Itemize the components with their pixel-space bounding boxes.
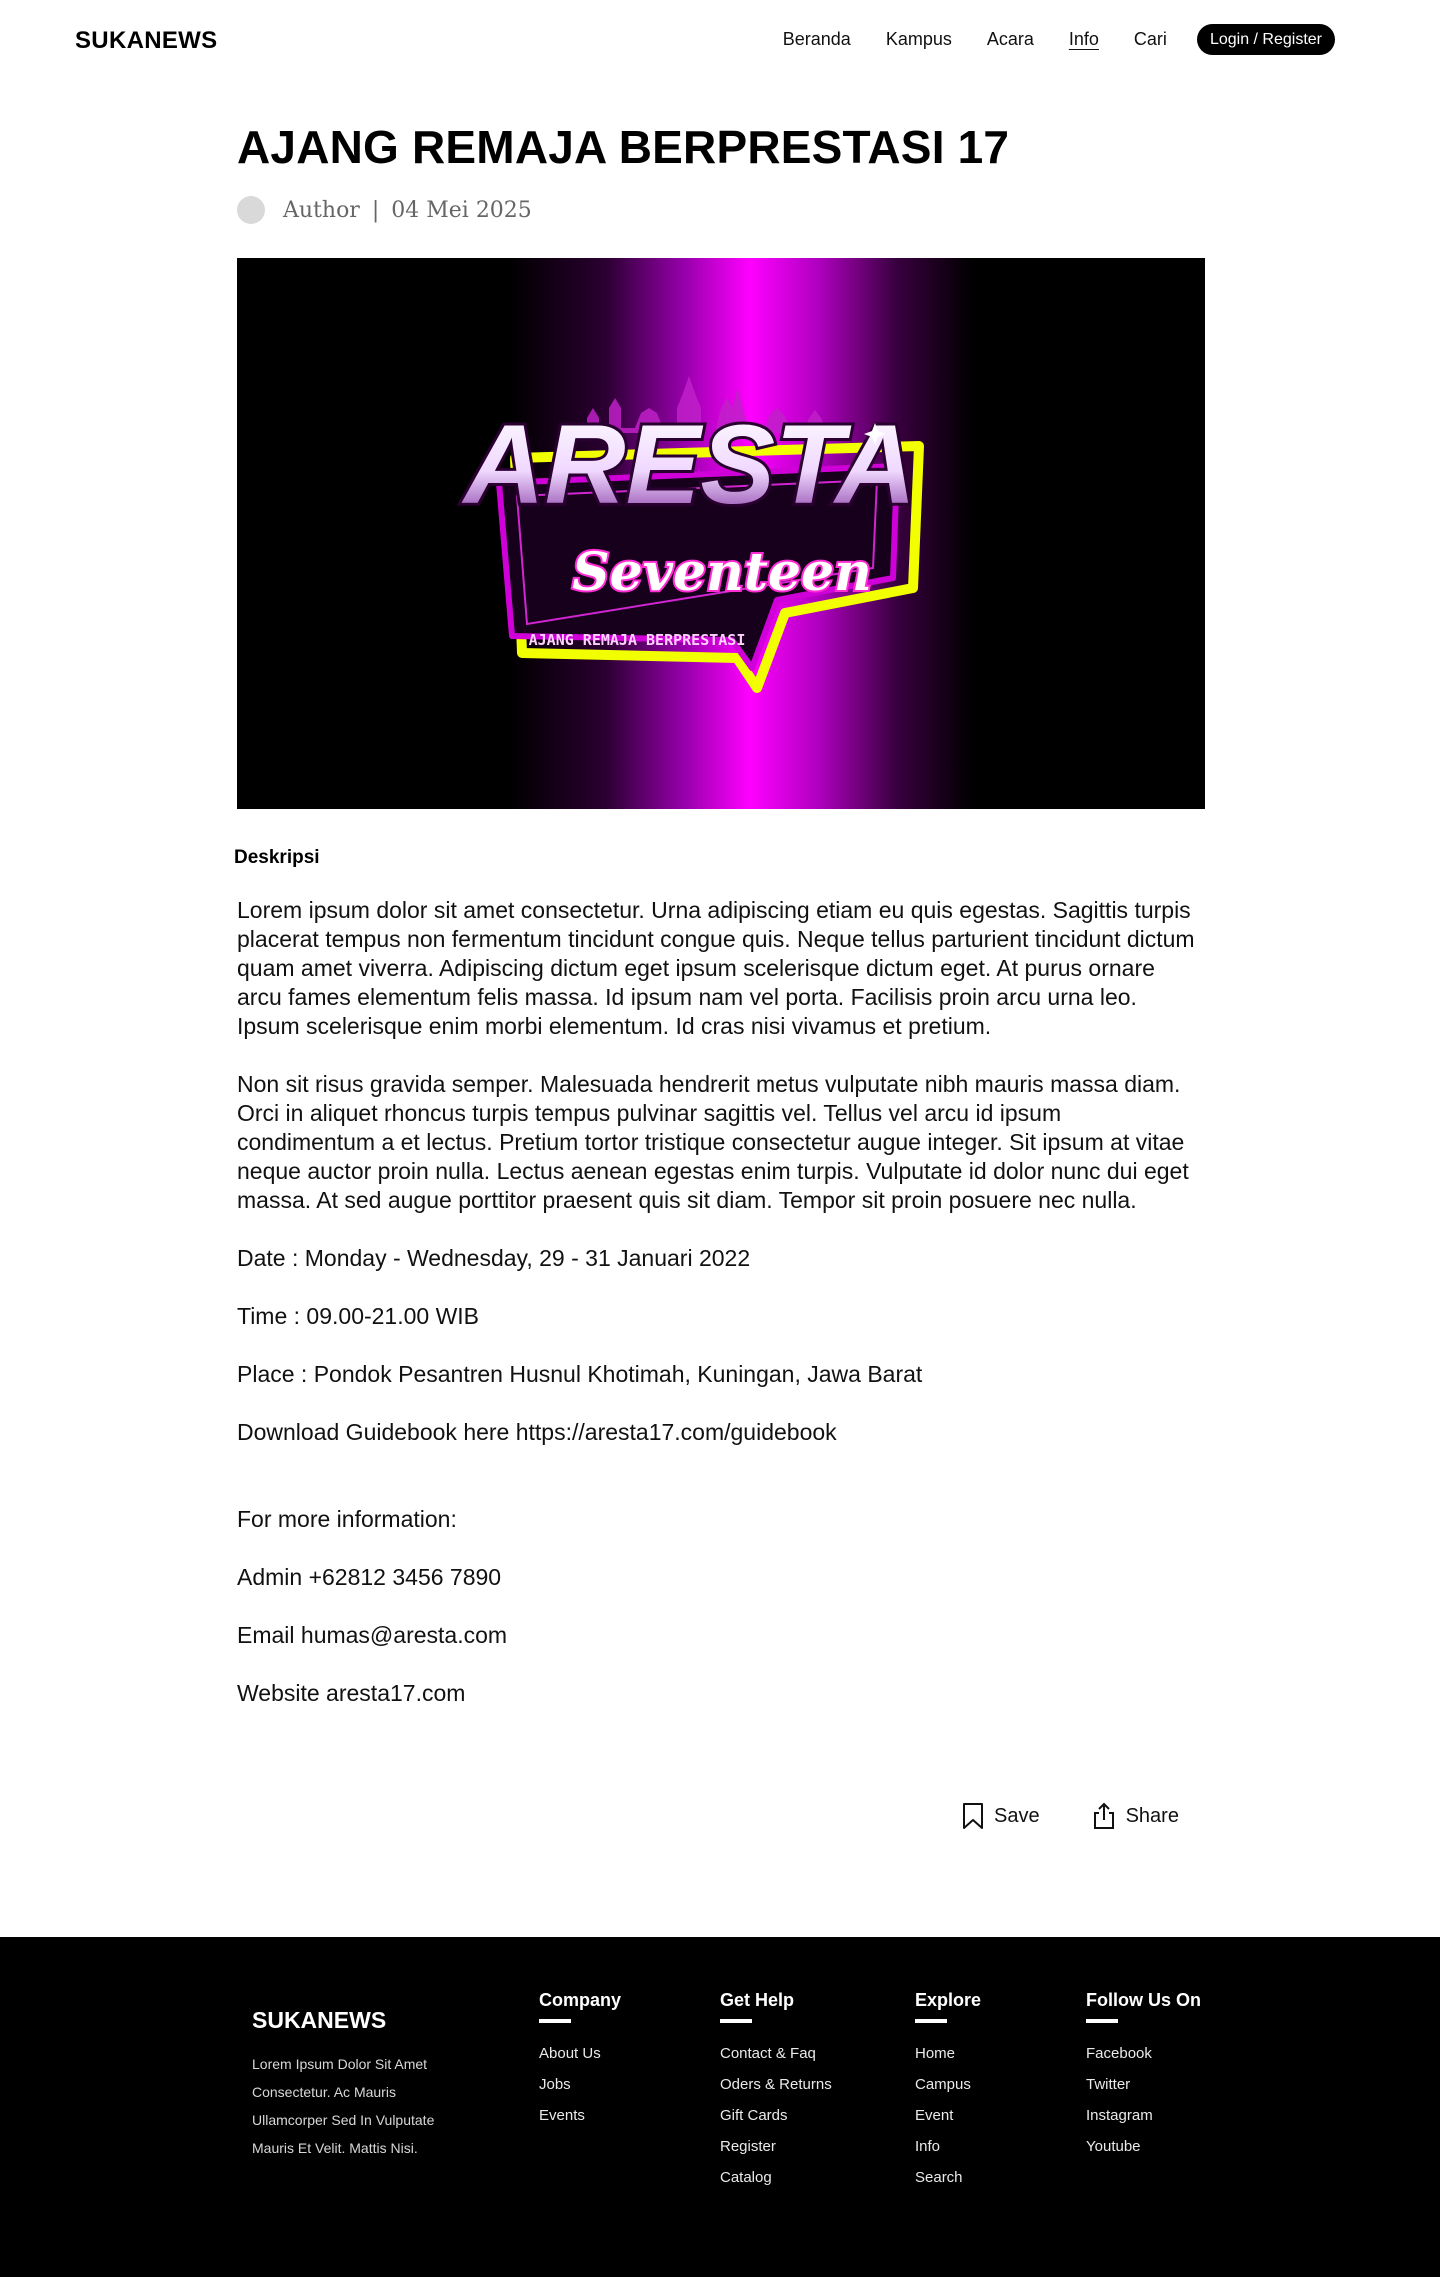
footer-link-register[interactable]: Register — [720, 2131, 832, 2162]
footer-heading: Company — [539, 1990, 622, 2010]
aresta-seventeen-logo: ARESTA Seventeen AJANG REMAJA BERPRESTAS… — [458, 376, 924, 693]
footer-link-campus[interactable]: Campus — [915, 2069, 981, 2100]
footer-about: Lorem Ipsum Dolor Sit Amet Consectetur. … — [252, 2056, 435, 2156]
footer-link-about-us[interactable]: About Us — [539, 2038, 621, 2069]
footer-heading: Follow Us On — [1086, 1990, 1201, 2010]
footer-link-gift-cards[interactable]: Gift Cards — [720, 2100, 832, 2131]
footer-link-instagram[interactable]: Instagram — [1086, 2100, 1201, 2131]
publish-date: 04 Mei 2025 — [391, 197, 532, 223]
footer-col-follow: Follow Us On Facebook Twitter Instagram … — [1086, 1990, 1201, 2162]
main-nav: Beranda Kampus Acara Info Cari Login / R… — [783, 24, 1335, 55]
email-contact[interactable]: Email humas@aresta.com — [237, 1621, 1205, 1650]
more-info-heading: For more information: — [237, 1506, 457, 1532]
event-date: Date : Monday - Wednesday, 29 - 31 Janua… — [237, 1245, 751, 1271]
share-icon — [1093, 1802, 1114, 1829]
article-actions: Save Share — [962, 1802, 1179, 1830]
share-label: Share — [1125, 1804, 1179, 1827]
event-place: Place : Pondok Pesantren Husnul Khotimah… — [237, 1361, 923, 1387]
footer-heading-underline — [720, 2019, 752, 2023]
article-body: Lorem ipsum dolor sit amet consectetur. … — [237, 896, 1205, 1708]
footer-heading-underline — [1086, 2019, 1118, 2023]
footer-heading: Explore — [915, 1990, 982, 2010]
footer-heading: Get Help — [720, 1990, 795, 2010]
logo-tagline-text: AJANG REMAJA BERPRESTASI — [529, 631, 746, 649]
nav-beranda[interactable]: Beranda — [783, 29, 851, 50]
nav-info[interactable]: Info — [1069, 29, 1099, 50]
footer-link-info[interactable]: Info — [915, 2131, 981, 2162]
site-footer: SUKANEWS Lorem Ipsum Dolor Sit Amet Cons… — [0, 1937, 1440, 2277]
footer-col-company: Company About Us Jobs Events — [539, 1990, 621, 2131]
footer-col-explore: Explore Home Campus Event Info Search — [915, 1990, 981, 2193]
share-button[interactable]: Share — [1092, 1802, 1179, 1830]
logo-script-text: Seventeen — [572, 542, 872, 603]
author-avatar — [237, 196, 265, 224]
event-time: Time : 09.00-21.00 WIB — [237, 1303, 480, 1329]
website-link[interactable]: Website aresta17.com — [237, 1679, 1205, 1708]
footer-link-jobs[interactable]: Jobs — [539, 2069, 621, 2100]
footer-link-home[interactable]: Home — [915, 2038, 981, 2069]
author-name[interactable]: Author — [283, 198, 360, 223]
footer-logo[interactable]: SUKANEWS — [252, 2007, 386, 2034]
hero-image: ARESTA Seventeen AJANG REMAJA BERPRESTAS… — [237, 258, 1205, 809]
footer-link-contact-faq[interactable]: Contact & Faq — [720, 2038, 832, 2069]
paragraph-1: Lorem ipsum dolor sit amet consectetur. … — [237, 897, 1195, 1039]
login-register-button[interactable]: Login / Register — [1196, 24, 1335, 55]
save-label: Save — [994, 1804, 1040, 1827]
description-label: Deskripsi — [234, 847, 320, 868]
site-header: SUKANEWS Beranda Kampus Acara Info Cari … — [0, 0, 1440, 80]
save-button[interactable]: Save — [962, 1802, 1040, 1830]
footer-heading-underline — [915, 2019, 947, 2023]
meta-separator: | — [371, 197, 380, 223]
logo-main-text: ARESTA — [461, 402, 916, 527]
footer-link-facebook[interactable]: Facebook — [1086, 2038, 1201, 2069]
footer-link-youtube[interactable]: Youtube — [1086, 2131, 1201, 2162]
nav-kampus[interactable]: Kampus — [886, 29, 952, 50]
footer-link-catalog[interactable]: Catalog — [720, 2162, 832, 2193]
footer-col-get-help: Get Help Contact & Faq Oders & Returns G… — [720, 1990, 832, 2193]
guidebook-link[interactable]: Download Guidebook here https://aresta17… — [237, 1418, 1205, 1447]
bookmark-icon — [963, 1803, 983, 1829]
article-title: AJANG REMAJA BERPRESTASI 17 — [237, 121, 1010, 173]
admin-contact: Admin +62812 3456 7890 — [237, 1564, 502, 1590]
footer-link-event[interactable]: Event — [915, 2100, 981, 2131]
nav-cari[interactable]: Cari — [1134, 29, 1167, 50]
article-meta: Author | 04 Mei 2025 — [237, 196, 532, 224]
footer-heading-underline — [539, 2019, 571, 2023]
footer-link-orders-returns[interactable]: Oders & Returns — [720, 2069, 832, 2100]
site-logo[interactable]: SUKANEWS — [75, 27, 217, 55]
footer-link-events[interactable]: Events — [539, 2100, 621, 2131]
paragraph-2: Non sit risus gravida semper. Malesuada … — [237, 1071, 1189, 1213]
nav-acara[interactable]: Acara — [987, 29, 1034, 50]
footer-link-twitter[interactable]: Twitter — [1086, 2069, 1201, 2100]
footer-link-search[interactable]: Search — [915, 2162, 981, 2193]
